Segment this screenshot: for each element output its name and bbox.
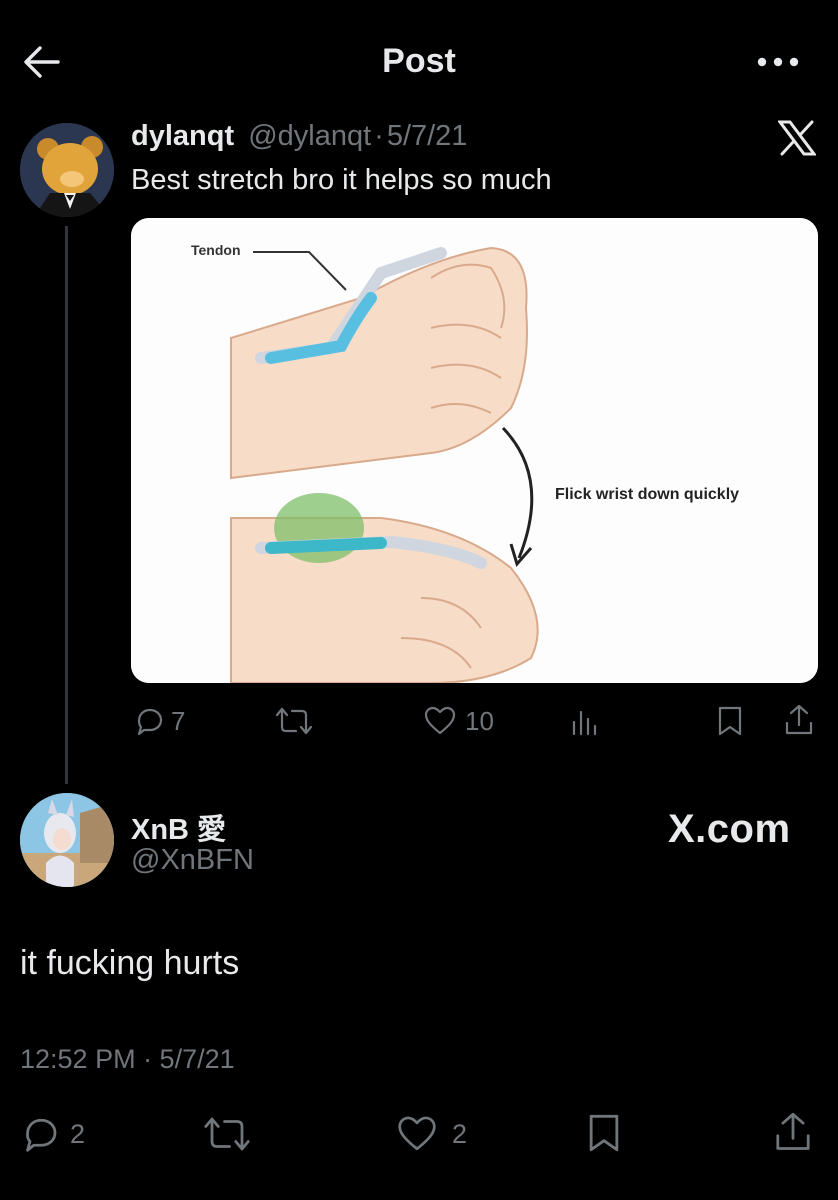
repost-button[interactable] <box>202 1114 252 1154</box>
post-date[interactable]: 5/7/21 <box>387 120 468 152</box>
post-text: Best stretch bro it helps so much <box>131 164 552 196</box>
like-button[interactable]: 2 <box>396 1114 486 1154</box>
reply-button[interactable]: 2 <box>20 1114 110 1154</box>
share-icon <box>776 1112 810 1150</box>
analytics-icon <box>572 710 597 736</box>
share-button[interactable] <box>774 1110 812 1154</box>
author-display-name[interactable]: XnB 愛 <box>131 806 226 848</box>
media-label-tendon: Tendon <box>191 242 241 258</box>
watermark: X.com <box>668 807 791 851</box>
heart-icon <box>424 706 456 735</box>
avatar-bear-image <box>20 123 114 217</box>
x-logo-icon <box>778 120 816 156</box>
like-count: 2 <box>452 1118 468 1149</box>
like-button[interactable]: 10 <box>423 705 513 737</box>
views-button[interactable] <box>570 706 600 736</box>
bookmark-icon <box>589 1114 619 1152</box>
repost-button[interactable] <box>274 705 314 737</box>
reply-count: 7 <box>171 705 186 736</box>
share-button[interactable] <box>784 703 814 737</box>
avatar[interactable] <box>20 123 114 217</box>
repost-icon <box>275 707 313 735</box>
more-button[interactable] <box>756 52 800 72</box>
heart-icon <box>398 1116 436 1151</box>
thread-line <box>65 226 68 784</box>
post-timestamp[interactable]: 12:52 PM · 5/7/21 <box>20 1044 235 1075</box>
bookmark-icon <box>718 706 742 736</box>
like-count: 10 <box>465 705 494 736</box>
post-text: it fucking hurts <box>20 944 240 982</box>
page-title: Post <box>382 42 456 80</box>
bookmark-button[interactable] <box>586 1112 622 1154</box>
post-media[interactable]: Tendon Flick wrist down quickly <box>131 218 818 683</box>
separator: · <box>374 120 384 152</box>
bookmark-button[interactable] <box>716 705 744 737</box>
reply-count: 2 <box>70 1118 86 1149</box>
avatar[interactable] <box>20 793 114 887</box>
reply-button[interactable]: 7 <box>133 705 203 737</box>
more-horizontal-icon <box>757 57 799 67</box>
handle[interactable]: @dylanqt <box>248 120 371 152</box>
media-label-flick: Flick wrist down quickly <box>555 486 739 503</box>
wrist-stretch-illustration: Tendon Flick wrist down quickly <box>131 218 818 683</box>
display-name[interactable]: dylanqt <box>131 120 234 152</box>
avatar-anime-image <box>20 793 114 887</box>
repost-icon <box>204 1117 250 1151</box>
reply-icon <box>26 1118 57 1152</box>
reply-icon <box>137 708 163 736</box>
share-icon <box>785 704 813 735</box>
author-handle[interactable]: @XnBFN <box>131 844 254 877</box>
post-meta: dylanqt @dylanqt · 5/7/21 <box>131 120 467 153</box>
